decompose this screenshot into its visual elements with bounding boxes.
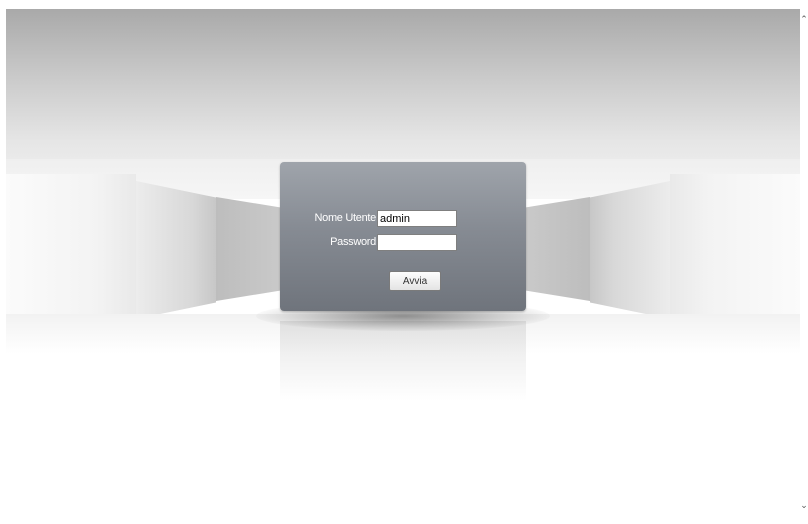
browser-viewport: Nome Utente Password Avvia ⌃ ⌄ [0,0,808,524]
username-label: Nome Utente [314,212,376,224]
background-left-wall-mid [136,181,216,319]
panel-reflection [280,321,526,401]
login-background: Nome Utente Password Avvia [6,9,800,524]
chevron-up-icon[interactable]: ⌃ [800,14,808,26]
background-right-wall-far [526,197,590,301]
background-left-wall-far [216,197,280,301]
chevron-down-icon[interactable]: ⌄ [800,500,808,512]
password-label: Password [330,236,376,248]
username-input[interactable] [377,210,457,227]
username-row: Nome Utente [280,210,526,228]
vertical-scrollbar[interactable]: ⌃ ⌄ [800,0,808,524]
background-right-wall-mid [590,181,670,319]
login-panel: Nome Utente Password Avvia [280,162,526,311]
password-input[interactable] [377,234,457,251]
login-button[interactable]: Avvia [389,271,441,291]
background-left-wall [6,174,136,324]
password-row: Password [280,234,526,252]
background-right-wall [670,174,800,324]
